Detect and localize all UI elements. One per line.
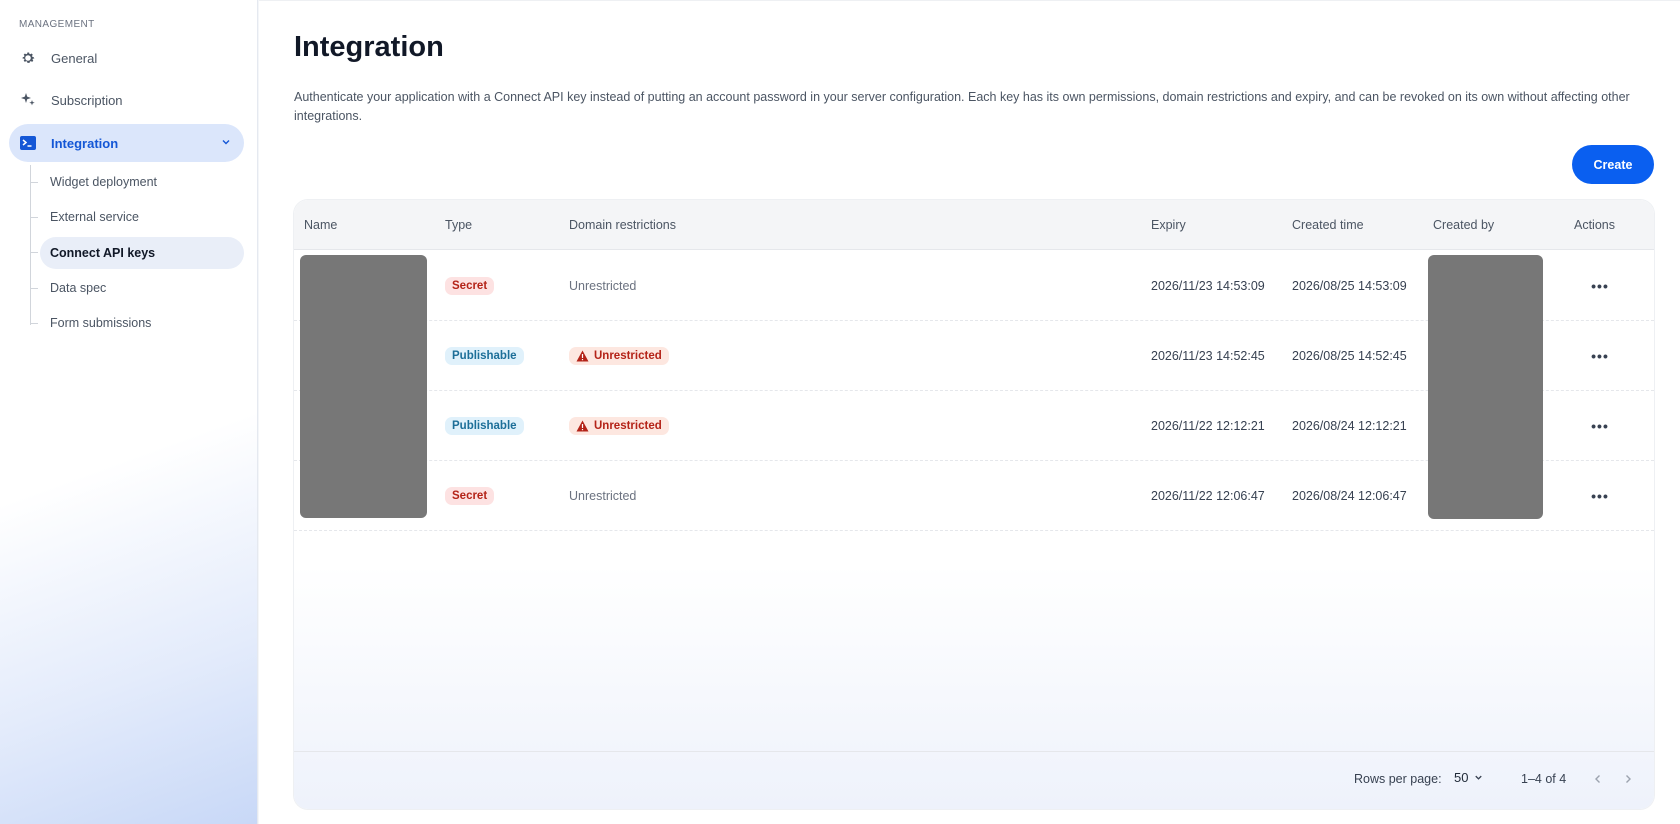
chevron-down-icon bbox=[1475, 775, 1483, 780]
sidebar-item-label: Subscription bbox=[51, 92, 123, 108]
domain-warning-badge: Unrestricted bbox=[569, 347, 669, 365]
row-actions-button[interactable]: ••• bbox=[1585, 411, 1615, 441]
column-header-created-time[interactable]: Created time bbox=[1292, 218, 1364, 232]
table-pagination: Rows per page: 50 1–4 of 4 bbox=[294, 751, 1654, 809]
domain-restriction: Unrestricted bbox=[594, 350, 662, 362]
created-time-value: 2026/08/25 14:52:45 bbox=[1292, 349, 1407, 363]
created-time-value: 2026/08/25 14:53:09 bbox=[1292, 279, 1407, 293]
warning-icon bbox=[576, 350, 589, 362]
page-title: Integration bbox=[294, 31, 444, 63]
column-header-expiry[interactable]: Expiry bbox=[1151, 218, 1186, 232]
type-badge: Secret bbox=[445, 487, 495, 505]
sidebar-subitem-label: External service bbox=[50, 210, 139, 224]
gear-icon bbox=[20, 50, 36, 66]
type-badge: Publishable bbox=[445, 417, 524, 435]
domain-restriction: Unrestricted bbox=[594, 420, 662, 432]
sidebar-subitem-label: Connect API keys bbox=[50, 246, 156, 260]
table-header: Name Type Domain restrictions Expiry Cre… bbox=[294, 200, 1654, 250]
column-header-created-by[interactable]: Created by bbox=[1433, 218, 1494, 232]
main-content: Integration Authenticate your applicatio… bbox=[259, 0, 1680, 824]
page-description: Authenticate your application with a Con… bbox=[294, 90, 1630, 123]
row-actions-button[interactable]: ••• bbox=[1585, 481, 1615, 511]
row-actions-button[interactable]: ••• bbox=[1585, 271, 1615, 301]
previous-page-button[interactable] bbox=[1587, 768, 1609, 790]
expiry-value: 2026/11/22 12:06:47 bbox=[1151, 489, 1265, 503]
redacted-name-column bbox=[300, 255, 427, 518]
column-header-domain[interactable]: Domain restrictions bbox=[569, 218, 676, 232]
submenu-tick bbox=[30, 252, 38, 253]
redacted-created-by-column bbox=[1428, 255, 1543, 519]
domain-restriction: Unrestricted bbox=[569, 279, 637, 293]
sidebar-item-label: General bbox=[51, 50, 98, 66]
type-badge: Publishable bbox=[445, 347, 524, 365]
column-header-type[interactable]: Type bbox=[445, 218, 472, 232]
sidebar-subitem-label: Form submissions bbox=[50, 316, 152, 330]
submenu-tick bbox=[30, 217, 38, 218]
type-badge: Secret bbox=[445, 277, 495, 295]
sidebar-subitem-connect-api-keys[interactable]: Connect API keys bbox=[40, 237, 244, 269]
next-page-button[interactable] bbox=[1617, 768, 1639, 790]
create-button[interactable]: Create bbox=[1572, 145, 1654, 184]
sidebar-subitem-label: Widget deployment bbox=[50, 175, 158, 189]
rows-per-page-select[interactable]: 50 bbox=[1454, 770, 1484, 785]
sidebar-item-integration[interactable]: Integration bbox=[9, 124, 244, 162]
terminal-icon bbox=[20, 135, 36, 151]
sidebar-subitem-form-submissions[interactable]: Form submissions bbox=[40, 307, 244, 339]
sidebar-subitem-label: Data spec bbox=[50, 281, 107, 295]
expiry-value: 2026/11/23 14:52:45 bbox=[1151, 349, 1265, 363]
chevron-right-icon bbox=[1626, 775, 1631, 783]
domain-warning-badge: Unrestricted bbox=[569, 417, 669, 435]
submenu-guide-line bbox=[30, 165, 31, 325]
section-label: MANAGEMENT bbox=[19, 19, 95, 30]
sidebar-item-general[interactable]: General bbox=[9, 39, 244, 77]
sidebar-item-label: Integration bbox=[51, 135, 119, 151]
page-range: 1–4 of 4 bbox=[1521, 772, 1567, 786]
sidebar-subitem-widget-deployment[interactable]: Widget deployment bbox=[40, 166, 244, 198]
rows-per-page-label: Rows per page: bbox=[1354, 772, 1442, 786]
created-time-value: 2026/08/24 12:06:47 bbox=[1292, 489, 1407, 503]
submenu-tick bbox=[30, 182, 38, 183]
sidebar-subitem-external-service[interactable]: External service bbox=[40, 201, 244, 233]
warning-icon bbox=[576, 420, 589, 432]
sparkle-icon bbox=[20, 92, 36, 108]
rows-per-page-value: 50 bbox=[1454, 770, 1469, 785]
expiry-value: 2026/11/22 12:12:21 bbox=[1151, 419, 1265, 433]
api-keys-table: Name Type Domain restrictions Expiry Cre… bbox=[294, 200, 1654, 809]
expiry-value: 2026/11/23 14:53:09 bbox=[1151, 279, 1265, 293]
chevron-left-icon bbox=[1595, 775, 1600, 783]
column-header-name[interactable]: Name bbox=[304, 218, 337, 232]
row-actions-button[interactable]: ••• bbox=[1585, 341, 1615, 371]
sidebar-subitem-data-spec[interactable]: Data spec bbox=[40, 272, 244, 304]
column-header-actions: Actions bbox=[1574, 218, 1615, 232]
chevron-down-icon[interactable] bbox=[220, 136, 232, 151]
submenu-tick bbox=[30, 323, 38, 324]
sidebar: MANAGEMENT General Subscription Integrat… bbox=[0, 0, 258, 824]
sidebar-item-subscription[interactable]: Subscription bbox=[9, 81, 244, 119]
created-time-value: 2026/08/24 12:12:21 bbox=[1292, 419, 1407, 433]
domain-restriction: Unrestricted bbox=[569, 489, 637, 503]
submenu-tick bbox=[30, 288, 38, 289]
